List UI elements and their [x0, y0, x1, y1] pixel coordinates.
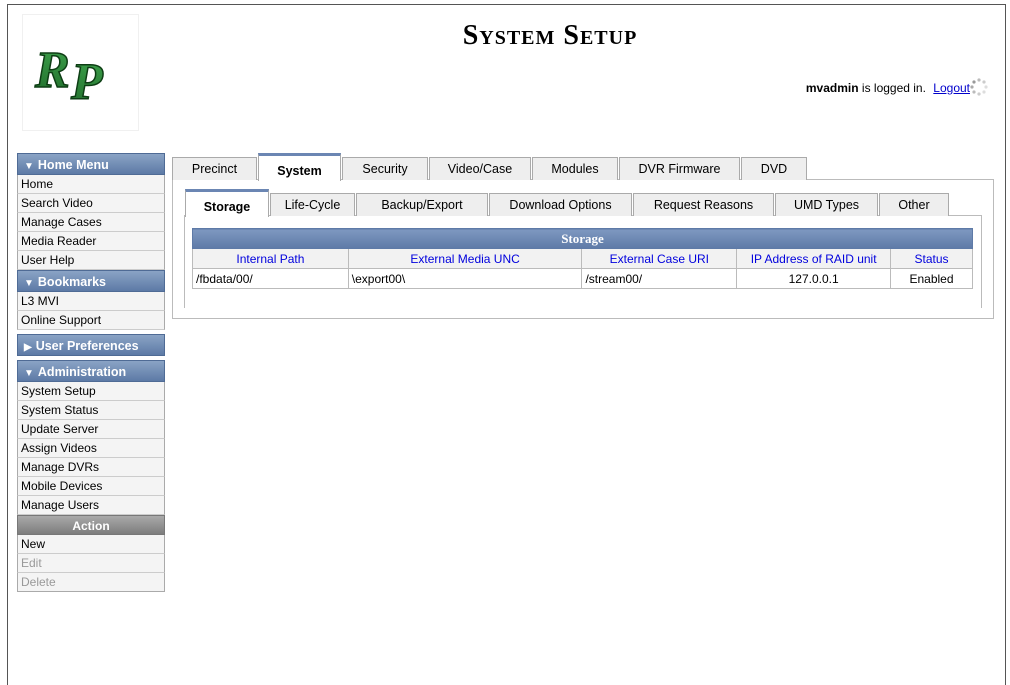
login-status: mvadmin is logged in. Logout	[806, 81, 970, 95]
sidebar: ▼ Home Menu Home Search Video Manage Case…	[17, 153, 165, 592]
cell-external-media-unc: \export00\	[347, 268, 583, 289]
bookmarks-label: Bookmarks	[37, 275, 106, 289]
col-status[interactable]: Status	[890, 248, 973, 269]
administration-label: Administration	[37, 365, 127, 379]
table-header-row: Internal Path External Media UNC Externa…	[192, 248, 973, 269]
storage-table: Storage Internal Path External Media UNC…	[192, 228, 973, 289]
tab-precinct[interactable]: Precinct	[172, 157, 257, 180]
sidebar-item-user-help[interactable]: User Help	[17, 251, 165, 270]
cell-internal-path: /fbdata/00/	[192, 268, 349, 289]
triangle-down-icon: ▼	[24, 161, 34, 172]
cell-status: Enabled	[890, 268, 973, 289]
action-new[interactable]: New	[17, 535, 165, 554]
svg-text:P: P	[70, 54, 104, 107]
tab-system[interactable]: System	[258, 153, 341, 181]
tab-umd-types[interactable]: UMD Types	[775, 193, 878, 216]
col-external-media-unc[interactable]: External Media UNC	[347, 248, 583, 269]
storage-table-caption: Storage	[192, 228, 973, 249]
user-preferences-header[interactable]: ▶ User Preferences	[17, 334, 165, 356]
tab-request-reasons[interactable]: Request Reasons	[633, 193, 774, 216]
sidebar-item-assign-videos[interactable]: Assign Videos	[17, 439, 165, 458]
logo-box: R P	[23, 15, 138, 130]
sidebar-item-home[interactable]: Home	[17, 175, 165, 194]
sidebar-item-system-setup[interactable]: System Setup	[17, 382, 165, 401]
tab-security[interactable]: Security	[342, 157, 428, 180]
tab-download-options[interactable]: Download Options	[489, 193, 632, 216]
sidebar-item-update-server[interactable]: Update Server	[17, 420, 165, 439]
tab-modules[interactable]: Modules	[532, 157, 618, 180]
sidebar-item-media-reader[interactable]: Media Reader	[17, 232, 165, 251]
col-external-case-uri[interactable]: External Case URI	[581, 248, 738, 269]
action-header: Action	[17, 515, 165, 535]
bookmarks-header[interactable]: ▼ Bookmarks	[17, 270, 165, 292]
col-internal-path[interactable]: Internal Path	[192, 248, 349, 269]
tab-life-cycle[interactable]: Life-Cycle	[270, 193, 355, 216]
cell-ip-address: 127.0.0.1	[736, 268, 892, 289]
sidebar-item-l3-mvi[interactable]: L3 MVI	[17, 292, 165, 311]
username: mvadmin	[805, 81, 859, 95]
rp-logo: R P	[33, 41, 105, 107]
tab-storage[interactable]: Storage	[185, 189, 269, 217]
tab-dvr-firmware[interactable]: DVR Firmware	[619, 157, 740, 180]
tab-backup-export[interactable]: Backup/Export	[356, 193, 488, 216]
triangle-down-icon: ▼	[24, 278, 34, 289]
action-edit: Edit	[17, 554, 165, 573]
sidebar-item-manage-cases[interactable]: Manage Cases	[17, 213, 165, 232]
administration-header[interactable]: ▼ Administration	[17, 360, 165, 382]
sidebar-item-mobile-devices[interactable]: Mobile Devices	[17, 477, 165, 496]
svg-text:R: R	[34, 42, 70, 99]
loading-spinner-icon	[970, 78, 988, 96]
triangle-down-icon: ▼	[24, 368, 34, 379]
tab-dvd[interactable]: DVD	[741, 157, 807, 180]
logout-link[interactable]: Logout	[933, 81, 970, 95]
page-title: System Setup	[462, 20, 638, 51]
sidebar-item-system-status[interactable]: System Status	[17, 401, 165, 420]
home-menu-header[interactable]: ▼ Home Menu	[17, 153, 165, 175]
logged-in-text: is logged in.	[858, 81, 926, 95]
sidebar-item-search-video[interactable]: Search Video	[17, 194, 165, 213]
col-ip-address[interactable]: IP Address of RAID unit	[736, 248, 892, 269]
triangle-right-icon: ▶	[24, 342, 32, 353]
table-row[interactable]: /fbdata/00/ \export00\ /stream00/ 127.0.…	[192, 268, 973, 289]
home-menu-label: Home Menu	[37, 158, 109, 172]
tab-video-case[interactable]: Video/Case	[429, 157, 531, 180]
tab-other[interactable]: Other	[879, 193, 949, 216]
sidebar-item-online-support[interactable]: Online Support	[17, 311, 165, 330]
action-delete: Delete	[17, 573, 165, 592]
sidebar-item-manage-dvrs[interactable]: Manage DVRs	[17, 458, 165, 477]
cell-external-case-uri: /stream00/	[581, 268, 738, 289]
user-preferences-label: User Preferences	[35, 339, 139, 353]
sidebar-item-manage-users[interactable]: Manage Users	[17, 496, 165, 515]
